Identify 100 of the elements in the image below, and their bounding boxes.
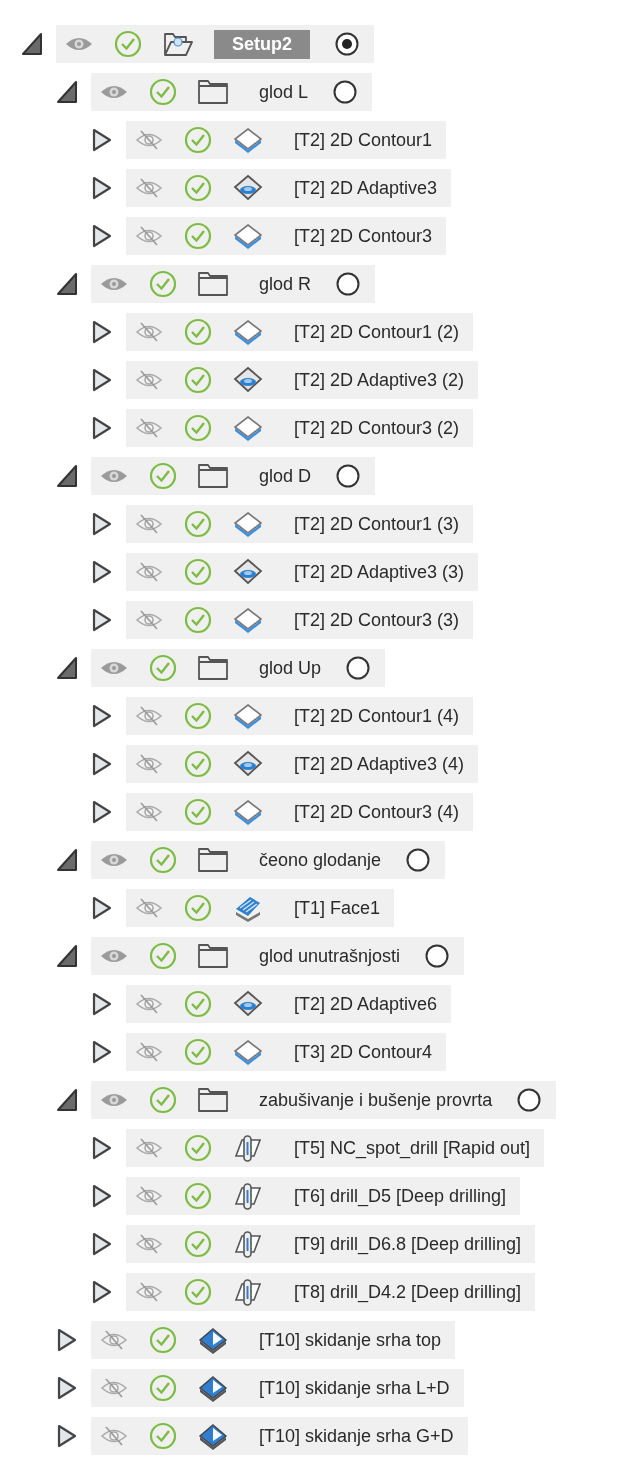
tree-item-label: [T9] drill_D6.8 [Deep drilling]: [294, 1233, 522, 1255]
check-circle-icon: [184, 702, 212, 730]
tree-row-background[interactable]: [T2] 2D Adaptive3 (4): [126, 745, 479, 783]
expand-toggle[interactable]: [90, 366, 114, 394]
expand-toggle[interactable]: [90, 1134, 114, 1162]
expand-toggle[interactable]: [20, 30, 44, 58]
tree-row-background[interactable]: [T2] 2D Contour3 (2): [126, 409, 474, 447]
tree-row-background[interactable]: glod unutrašnjosti: [91, 937, 465, 975]
expand-toggle[interactable]: [90, 126, 114, 154]
tree-item-label: glod D: [259, 465, 312, 487]
tree-row-background[interactable]: [T2] 2D Contour3 (4): [126, 793, 474, 831]
expand-toggle[interactable]: [55, 78, 79, 106]
tree-row-background[interactable]: [T3] 2D Contour4: [126, 1033, 447, 1071]
deburr-layer-icon: [197, 1326, 229, 1354]
tree-item-label: [T2] 2D Adaptive6: [294, 993, 438, 1015]
contour-layer-icon: [232, 318, 264, 346]
tree-row-background[interactable]: glod L: [91, 73, 373, 111]
tree-item-label: [T2] 2D Contour1: [294, 129, 433, 151]
contour-layer-icon: [232, 414, 264, 442]
expand-toggle[interactable]: [90, 894, 114, 922]
check-circle-icon: [114, 30, 142, 58]
expand-toggle[interactable]: [90, 1182, 114, 1210]
expand-toggle[interactable]: [90, 1278, 114, 1306]
expand-toggle[interactable]: [90, 1230, 114, 1258]
check-circle-icon: [184, 1134, 212, 1162]
expand-toggle[interactable]: [90, 750, 114, 778]
tree-row-background[interactable]: glod D: [91, 457, 376, 495]
tree-row-background[interactable]: [T2] 2D Contour1 (4): [126, 697, 474, 735]
expand-toggle[interactable]: [90, 798, 114, 826]
tree-item-label: [T2] 2D Contour3 (2): [294, 417, 460, 439]
tree-item-label: [T10] skidanje srha G+D: [259, 1425, 454, 1447]
tree-item-label: [T2] 2D Adaptive3 (3): [294, 561, 465, 583]
tree-row-background[interactable]: [T10] skidanje srha G+D: [91, 1417, 468, 1455]
tree-row-background[interactable]: [T1] Face1: [126, 889, 395, 927]
tree-row-background[interactable]: čeono glodanje: [91, 841, 446, 879]
active-radio[interactable]: [345, 655, 372, 681]
expand-toggle[interactable]: [55, 1374, 79, 1402]
tree-row-background[interactable]: [T2] 2D Contour3: [126, 217, 447, 255]
active-radio[interactable]: [405, 847, 432, 873]
active-radio[interactable]: [334, 31, 360, 57]
check-circle-icon: [184, 606, 212, 634]
tree-row-background[interactable]: [T8] drill_D4.2 [Deep drilling]: [126, 1273, 536, 1311]
tree-row-background[interactable]: [T2] 2D Contour1 (2): [126, 313, 474, 351]
expand-toggle[interactable]: [90, 318, 114, 346]
tree-row-background[interactable]: [T10] skidanje srha top: [91, 1321, 456, 1359]
adaptive-layer-icon: [232, 990, 264, 1018]
contour-layer-icon: [232, 798, 264, 826]
check-circle-icon: [184, 318, 212, 346]
expand-toggle[interactable]: [55, 462, 79, 490]
expand-toggle[interactable]: [90, 990, 114, 1018]
tree-row-background[interactable]: [T9] drill_D6.8 [Deep drilling]: [126, 1225, 536, 1263]
tree-row-background[interactable]: [T2] 2D Contour1: [126, 121, 447, 159]
tree-row-background[interactable]: [T2] 2D Contour1 (3): [126, 505, 474, 543]
contour-layer-icon: [232, 702, 264, 730]
expand-toggle[interactable]: [55, 270, 79, 298]
expand-toggle[interactable]: [90, 174, 114, 202]
tree-row-background[interactable]: glod R: [91, 265, 376, 303]
folder-icon: [197, 942, 229, 970]
tree-row-background[interactable]: [T2] 2D Adaptive3 (3): [126, 553, 479, 591]
expand-toggle[interactable]: [90, 222, 114, 250]
expand-toggle[interactable]: [55, 1086, 79, 1114]
tree-row-background[interactable]: [T2] 2D Adaptive6: [126, 985, 452, 1023]
contour-layer-icon: [232, 222, 264, 250]
tree-row-background[interactable]: [T6] drill_D5 [Deep drilling]: [126, 1177, 521, 1215]
check-circle-icon: [149, 1326, 177, 1354]
expand-toggle[interactable]: [90, 1038, 114, 1066]
tree-row-background[interactable]: [T2] 2D Adaptive3 (2): [126, 361, 479, 399]
expand-toggle[interactable]: [55, 942, 79, 970]
expand-toggle[interactable]: [90, 414, 114, 442]
active-radio[interactable]: [516, 1087, 543, 1113]
tree-row-background[interactable]: glod Up: [91, 649, 386, 687]
expand-toggle[interactable]: [90, 558, 114, 586]
expand-toggle[interactable]: [55, 1326, 79, 1354]
expand-toggle[interactable]: [90, 606, 114, 634]
active-radio[interactable]: [335, 271, 362, 297]
adaptive-layer-icon: [232, 558, 264, 586]
tree-item-label: glod unutrašnjosti: [259, 945, 401, 967]
tree-item-label: čeono glodanje: [259, 849, 382, 871]
tree-row-background[interactable]: [T10] skidanje srha L+D: [91, 1369, 464, 1407]
check-circle-icon: [184, 798, 212, 826]
active-radio[interactable]: [332, 79, 359, 105]
tree-row-background[interactable]: [T5] NC_spot_drill [Rapid out]: [126, 1129, 545, 1167]
check-circle-icon: [184, 1038, 212, 1066]
active-radio[interactable]: [424, 943, 451, 969]
tree-row-background[interactable]: zabušivanje i bušenje provrta: [91, 1081, 557, 1119]
folder-icon: [197, 270, 229, 298]
check-circle-icon: [149, 78, 177, 106]
expand-toggle[interactable]: [90, 702, 114, 730]
tree-row-background[interactable]: [T2] 2D Contour3 (3): [126, 601, 474, 639]
check-circle-icon: [184, 1278, 212, 1306]
check-circle-icon: [184, 750, 212, 778]
expand-toggle[interactable]: [55, 1422, 79, 1450]
tree-item-label: [T2] 2D Contour1 (4): [294, 705, 460, 727]
expand-toggle[interactable]: [55, 846, 79, 874]
check-circle-icon: [149, 270, 177, 298]
tree-row-background[interactable]: [T2] 2D Adaptive3: [126, 169, 452, 207]
check-circle-icon: [149, 1374, 177, 1402]
expand-toggle[interactable]: [90, 510, 114, 538]
active-radio[interactable]: [335, 463, 362, 489]
expand-toggle[interactable]: [55, 654, 79, 682]
